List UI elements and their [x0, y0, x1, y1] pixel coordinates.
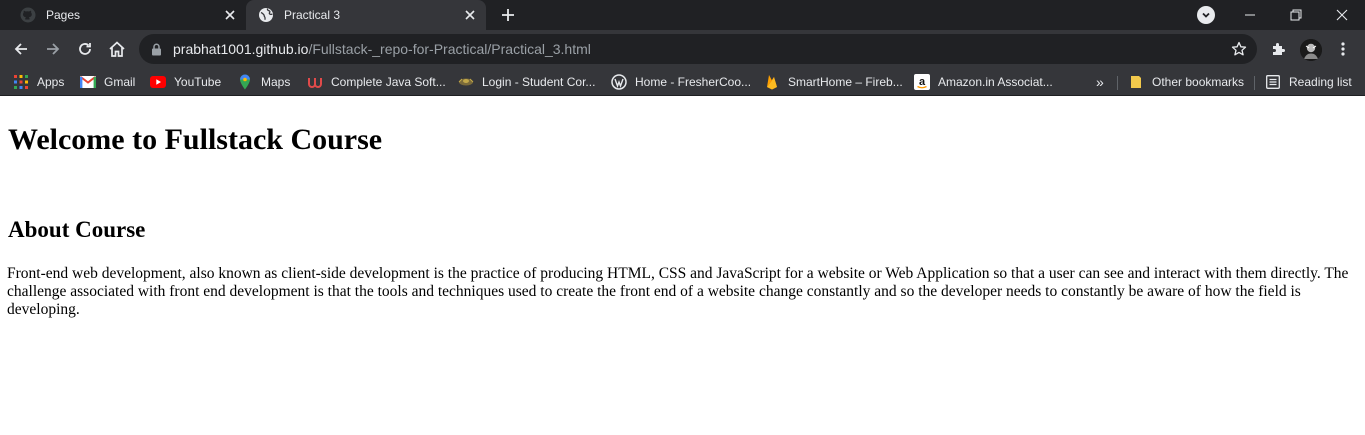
wordpress-icon [611, 74, 627, 90]
bookmark-label: Apps [37, 75, 65, 89]
globe-icon [258, 7, 274, 23]
close-window-button[interactable] [1319, 0, 1365, 30]
profile-avatar[interactable] [1300, 39, 1322, 61]
url-text[interactable]: prabhat1001.github.io/Fullstack-_repo-fo… [173, 41, 591, 57]
other-bookmarks-folder[interactable]: Other bookmarks [1128, 72, 1244, 92]
tab-practical-3[interactable]: Practical 3 [246, 0, 486, 30]
reading-list-button[interactable]: Reading list [1265, 72, 1352, 92]
back-button[interactable] [9, 37, 33, 61]
bookmark-label: Gmail [104, 75, 136, 89]
bookmarks-overflow-button[interactable]: » [1096, 72, 1104, 92]
url-host: prabhat1001.github.io [173, 41, 309, 57]
page-heading: Welcome to Fullstack Course [8, 123, 383, 156]
bookmark-frescoo[interactable]: Home - FresherCoo... [611, 72, 751, 92]
bookmark-maps[interactable]: Maps [237, 72, 290, 92]
firebase-icon [764, 74, 780, 90]
bookmark-apps[interactable]: Apps [13, 72, 64, 92]
tab-title: Practical 3 [284, 8, 341, 22]
bookmark-label: Reading list [1289, 75, 1352, 89]
svg-text:a: a [919, 76, 926, 88]
tab-strip: Pages Practical 3 [0, 0, 1365, 30]
bookmark-youtube[interactable]: YouTube [150, 72, 221, 92]
bookmark-label: Complete Java Soft... [331, 75, 446, 89]
bookmark-gmail[interactable]: Gmail [80, 72, 135, 92]
close-icon[interactable] [462, 7, 478, 23]
reload-button[interactable] [73, 37, 97, 61]
extensions-icon[interactable] [1266, 37, 1290, 61]
reading-list-icon [1265, 74, 1281, 90]
new-tab-button[interactable] [498, 5, 518, 25]
bookmark-star-icon[interactable] [1231, 41, 1247, 57]
bookmark-label: SmartHome – Fireb... [788, 75, 903, 89]
overflow-chevron-icon: » [1096, 74, 1104, 90]
bookmark-login-student[interactable]: Login - Student Cor... [458, 72, 595, 92]
home-button[interactable] [105, 37, 129, 61]
maps-icon [237, 74, 253, 90]
folder-icon [1128, 74, 1144, 90]
lock-icon[interactable] [149, 42, 163, 56]
bookmark-amazon[interactable]: a Amazon.in Associat... [914, 72, 1053, 92]
minimize-button[interactable] [1227, 0, 1273, 30]
amazon-icon: a [914, 74, 930, 90]
udemy-icon [307, 74, 323, 90]
portal-icon [458, 74, 474, 90]
tab-title: Pages [46, 8, 81, 22]
bookmark-label: Home - FresherCoo... [635, 75, 752, 89]
bookmarks-bar: Apps Gmail YouTube Maps Complete Java So… [0, 68, 1365, 96]
bookmark-label: Login - Student Cor... [482, 75, 596, 89]
bookmark-label: Other bookmarks [1152, 75, 1245, 89]
section-heading: About Course [8, 217, 146, 242]
bookmark-label: Maps [261, 75, 291, 89]
navigation-toolbar: prabhat1001.github.io/Fullstack-_repo-fo… [0, 30, 1365, 68]
apps-grid-icon [13, 74, 29, 90]
tab-search-icon[interactable] [1197, 6, 1215, 24]
address-bar[interactable]: prabhat1001.github.io/Fullstack-_repo-fo… [139, 34, 1257, 64]
github-icon [20, 7, 36, 23]
tab-pages[interactable]: Pages [8, 0, 246, 30]
forward-button[interactable] [41, 37, 65, 61]
gmail-icon [80, 74, 96, 90]
bookmarks-separator [1117, 76, 1118, 90]
course-description: Front-end web development, also known as… [7, 265, 1349, 318]
bookmark-complete-java[interactable]: Complete Java Soft... [307, 72, 446, 92]
menu-icon[interactable] [1331, 37, 1355, 61]
restore-button[interactable] [1273, 0, 1319, 30]
youtube-icon [150, 74, 166, 90]
bookmarks-separator [1254, 76, 1255, 90]
web-page-content: Welcome to Fullstack Course About Course… [0, 96, 1365, 435]
bookmark-label: Amazon.in Associat... [938, 75, 1053, 89]
bookmark-label: YouTube [174, 75, 222, 89]
bookmark-smarthome[interactable]: SmartHome – Fireb... [764, 72, 903, 92]
url-path: /Fullstack-_repo-for-Practical/Practical… [308, 41, 591, 57]
close-icon[interactable] [222, 7, 238, 23]
